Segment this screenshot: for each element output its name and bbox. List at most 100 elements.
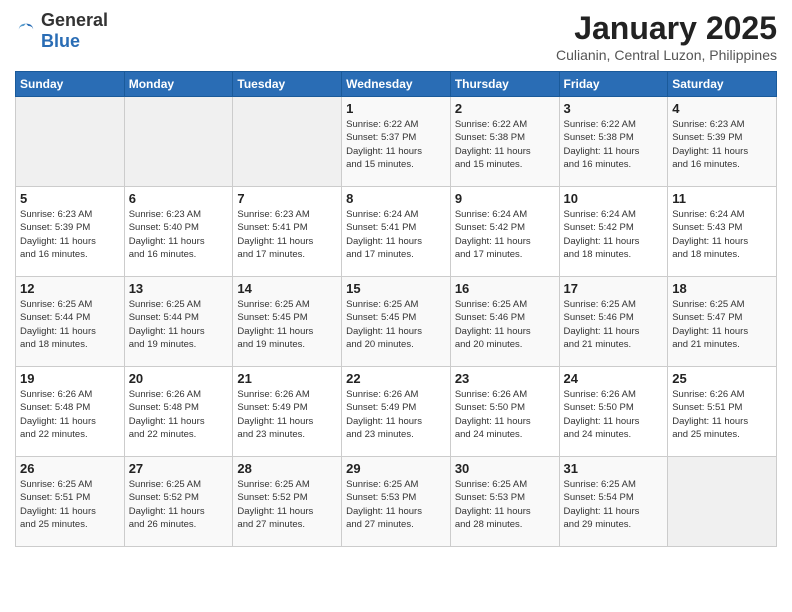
calendar-day-cell: 19 Sunrise: 6:26 AM Sunset: 5:48 PM Dayli… — [16, 367, 125, 457]
calendar-day-cell: 21Sunrise: 6:26 AM Sunset: 5:49 PM Dayli… — [233, 367, 342, 457]
day-info: Sunrise: 6:25 AM Sunset: 5:52 PM Dayligh… — [237, 478, 337, 531]
day-number: 25 — [672, 371, 772, 386]
day-info: Sunrise: 6:22 AM Sunset: 5:38 PM Dayligh… — [455, 118, 555, 171]
calendar-day-cell: 6 Sunrise: 6:23 AM Sunset: 5:40 PM Daylig… — [124, 187, 233, 277]
day-number: 16 — [455, 281, 555, 296]
day-number: 27 — [129, 461, 229, 476]
day-number: 26 — [20, 461, 120, 476]
day-number: 5 — [20, 191, 120, 206]
calendar-day-cell: 23 Sunrise: 6:26 AM Sunset: 5:50 PM Dayli… — [450, 367, 559, 457]
calendar-day-cell: 22 Sunrise: 6:26 AM Sunset: 5:49 PM Dayli… — [342, 367, 451, 457]
day-number: 20 — [129, 371, 229, 386]
day-info: Sunrise: 6:25 AM Sunset: 5:52 PM Dayligh… — [129, 478, 229, 531]
day-info: Sunrise: 6:25 AM Sunset: 5:44 PM Dayligh… — [129, 298, 229, 351]
calendar-day-cell: 8Sunrise: 6:24 AM Sunset: 5:41 PM Daylig… — [342, 187, 451, 277]
day-number: 22 — [346, 371, 446, 386]
month-title: January 2025 — [556, 10, 777, 47]
calendar-day-cell: 4 Sunrise: 6:23 AM Sunset: 5:39 PM Daylig… — [668, 97, 777, 187]
calendar-day-cell: 31 Sunrise: 6:25 AM Sunset: 5:54 PM Dayli… — [559, 457, 668, 547]
calendar-day-cell: 25 Sunrise: 6:26 AM Sunset: 5:51 PM Dayli… — [668, 367, 777, 457]
day-info: Sunrise: 6:24 AM Sunset: 5:42 PM Dayligh… — [455, 208, 555, 261]
day-info: Sunrise: 6:25 AM Sunset: 5:53 PM Dayligh… — [346, 478, 446, 531]
day-info: Sunrise: 6:26 AM Sunset: 5:48 PM Dayligh… — [20, 388, 120, 441]
day-info: Sunrise: 6:26 AM Sunset: 5:50 PM Dayligh… — [455, 388, 555, 441]
day-info: Sunrise: 6:26 AM Sunset: 5:50 PM Dayligh… — [564, 388, 664, 441]
day-number: 13 — [129, 281, 229, 296]
day-number: 30 — [455, 461, 555, 476]
calendar-day-cell: 10 Sunrise: 6:24 AM Sunset: 5:42 PM Dayli… — [559, 187, 668, 277]
day-info: Sunrise: 6:24 AM Sunset: 5:43 PM Dayligh… — [672, 208, 772, 261]
calendar-day-cell: 30Sunrise: 6:25 AM Sunset: 5:53 PM Dayli… — [450, 457, 559, 547]
day-info: Sunrise: 6:26 AM Sunset: 5:51 PM Dayligh… — [672, 388, 772, 441]
day-number: 23 — [455, 371, 555, 386]
day-number: 28 — [237, 461, 337, 476]
calendar-day-cell: 1 Sunrise: 6:22 AM Sunset: 5:37 PM Daylig… — [342, 97, 451, 187]
day-info: Sunrise: 6:23 AM Sunset: 5:39 PM Dayligh… — [20, 208, 120, 261]
calendar-day-cell: 27 Sunrise: 6:25 AM Sunset: 5:52 PM Dayli… — [124, 457, 233, 547]
day-info: Sunrise: 6:25 AM Sunset: 5:51 PM Dayligh… — [20, 478, 120, 531]
calendar-header-row: SundayMondayTuesdayWednesdayThursdayFrid… — [16, 72, 777, 97]
weekday-header: Monday — [124, 72, 233, 97]
calendar-day-cell: 12Sunrise: 6:25 AM Sunset: 5:44 PM Dayli… — [16, 277, 125, 367]
day-number: 6 — [129, 191, 229, 206]
calendar-day-cell: 18 Sunrise: 6:25 AM Sunset: 5:47 PM Dayli… — [668, 277, 777, 367]
weekday-header: Sunday — [16, 72, 125, 97]
day-number: 19 — [20, 371, 120, 386]
day-number: 17 — [564, 281, 664, 296]
day-info: Sunrise: 6:26 AM Sunset: 5:49 PM Dayligh… — [346, 388, 446, 441]
calendar-week-row: 12Sunrise: 6:25 AM Sunset: 5:44 PM Dayli… — [16, 277, 777, 367]
day-info: Sunrise: 6:25 AM Sunset: 5:45 PM Dayligh… — [346, 298, 446, 351]
logo-text: General Blue — [41, 10, 108, 52]
title-block: January 2025 Culianin, Central Luzon, Ph… — [556, 10, 777, 63]
day-info: Sunrise: 6:25 AM Sunset: 5:54 PM Dayligh… — [564, 478, 664, 531]
calendar-day-cell: 29 Sunrise: 6:25 AM Sunset: 5:53 PM Dayli… — [342, 457, 451, 547]
calendar-day-cell: 7 Sunrise: 6:23 AM Sunset: 5:41 PM Daylig… — [233, 187, 342, 277]
day-number: 7 — [237, 191, 337, 206]
calendar-day-cell: 2 Sunrise: 6:22 AM Sunset: 5:38 PM Daylig… — [450, 97, 559, 187]
day-info: Sunrise: 6:26 AM Sunset: 5:48 PM Dayligh… — [129, 388, 229, 441]
day-number: 18 — [672, 281, 772, 296]
day-info: Sunrise: 6:24 AM Sunset: 5:41 PM Dayligh… — [346, 208, 446, 261]
day-number: 21 — [237, 371, 337, 386]
day-info: Sunrise: 6:22 AM Sunset: 5:38 PM Dayligh… — [564, 118, 664, 171]
day-number: 29 — [346, 461, 446, 476]
day-info: Sunrise: 6:25 AM Sunset: 5:47 PM Dayligh… — [672, 298, 772, 351]
day-info: Sunrise: 6:25 AM Sunset: 5:46 PM Dayligh… — [564, 298, 664, 351]
calendar-week-row: 26 Sunrise: 6:25 AM Sunset: 5:51 PM Dayli… — [16, 457, 777, 547]
day-number: 9 — [455, 191, 555, 206]
day-number: 10 — [564, 191, 664, 206]
calendar-day-cell: 26 Sunrise: 6:25 AM Sunset: 5:51 PM Dayli… — [16, 457, 125, 547]
day-number: 11 — [672, 191, 772, 206]
day-number: 3 — [564, 101, 664, 116]
day-info: Sunrise: 6:23 AM Sunset: 5:41 PM Dayligh… — [237, 208, 337, 261]
calendar-day-cell: 17 Sunrise: 6:25 AM Sunset: 5:46 PM Dayli… — [559, 277, 668, 367]
weekday-header: Saturday — [668, 72, 777, 97]
day-number: 2 — [455, 101, 555, 116]
day-number: 31 — [564, 461, 664, 476]
day-info: Sunrise: 6:24 AM Sunset: 5:42 PM Dayligh… — [564, 208, 664, 261]
day-info: Sunrise: 6:23 AM Sunset: 5:40 PM Dayligh… — [129, 208, 229, 261]
weekday-header: Wednesday — [342, 72, 451, 97]
calendar-week-row: 1 Sunrise: 6:22 AM Sunset: 5:37 PM Daylig… — [16, 97, 777, 187]
calendar-day-cell: 11 Sunrise: 6:24 AM Sunset: 5:43 PM Dayli… — [668, 187, 777, 277]
calendar-day-cell: 20 Sunrise: 6:26 AM Sunset: 5:48 PM Dayli… — [124, 367, 233, 457]
day-info: Sunrise: 6:23 AM Sunset: 5:39 PM Dayligh… — [672, 118, 772, 171]
day-info: Sunrise: 6:25 AM Sunset: 5:44 PM Dayligh… — [20, 298, 120, 351]
day-number: 15 — [346, 281, 446, 296]
calendar-day-cell — [16, 97, 125, 187]
day-number: 14 — [237, 281, 337, 296]
calendar-day-cell: 16Sunrise: 6:25 AM Sunset: 5:46 PM Dayli… — [450, 277, 559, 367]
day-info: Sunrise: 6:22 AM Sunset: 5:37 PM Dayligh… — [346, 118, 446, 171]
weekday-header: Thursday — [450, 72, 559, 97]
logo-blue: Blue — [41, 31, 80, 51]
weekday-header: Tuesday — [233, 72, 342, 97]
location-subtitle: Culianin, Central Luzon, Philippines — [556, 47, 777, 63]
calendar-week-row: 5 Sunrise: 6:23 AM Sunset: 5:39 PM Daylig… — [16, 187, 777, 277]
calendar-day-cell: 13 Sunrise: 6:25 AM Sunset: 5:44 PM Dayli… — [124, 277, 233, 367]
calendar-week-row: 19 Sunrise: 6:26 AM Sunset: 5:48 PM Dayli… — [16, 367, 777, 457]
day-number: 4 — [672, 101, 772, 116]
day-number: 1 — [346, 101, 446, 116]
logo-icon — [15, 20, 37, 42]
calendar-day-cell: 5 Sunrise: 6:23 AM Sunset: 5:39 PM Daylig… — [16, 187, 125, 277]
calendar-table: SundayMondayTuesdayWednesdayThursdayFrid… — [15, 71, 777, 547]
